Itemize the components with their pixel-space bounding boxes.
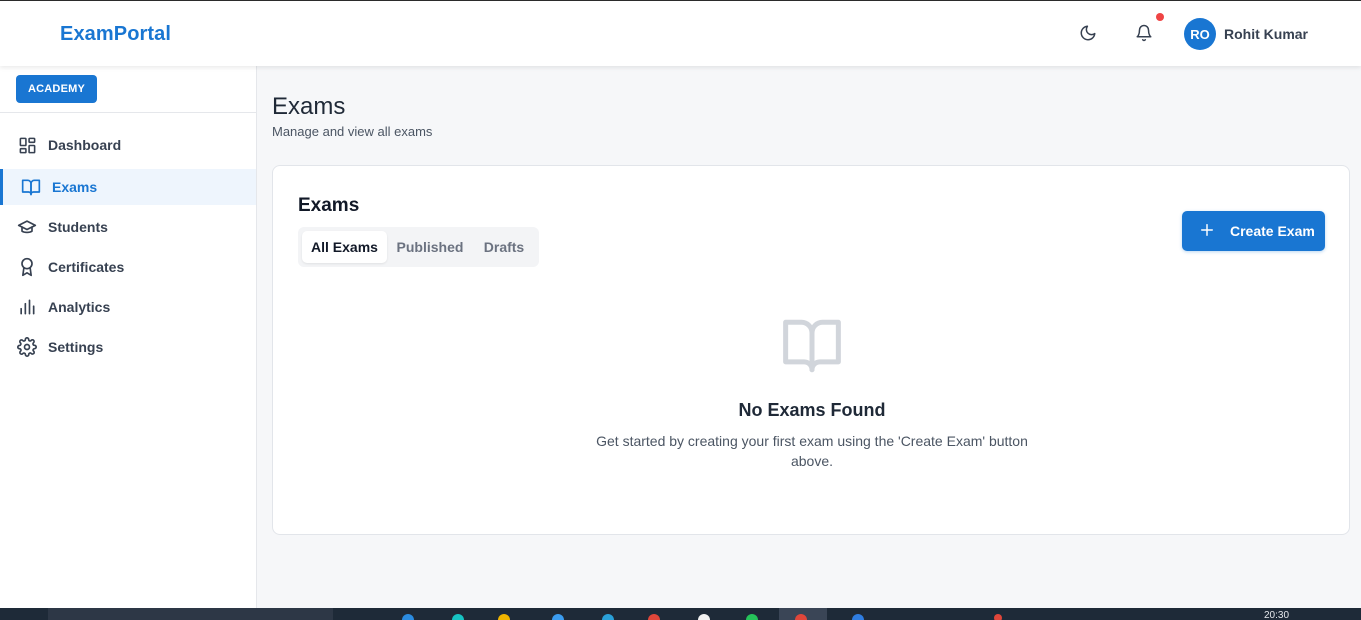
create-exam-button[interactable]: Create Exam	[1182, 211, 1325, 251]
taskbar-app-icon[interactable]	[648, 614, 660, 620]
taskbar-app-icon[interactable]	[402, 614, 414, 620]
taskbar-app-icon[interactable]	[994, 614, 1002, 620]
graduation-cap-icon	[17, 217, 37, 237]
plus-icon	[1198, 221, 1216, 239]
dashboard-icon	[17, 135, 37, 155]
sidebar-item-analytics[interactable]: Analytics	[0, 289, 256, 325]
taskbar-app-icon[interactable]	[852, 614, 864, 620]
notification-dot	[1156, 13, 1164, 21]
bell-icon[interactable]	[1134, 23, 1154, 43]
card-title: Exams	[298, 195, 360, 216]
taskbar-app-icon[interactable]	[452, 614, 464, 620]
tab-drafts[interactable]: Drafts	[473, 231, 535, 263]
avatar[interactable]: RO	[1184, 18, 1216, 50]
sidebar-item-label: Students	[48, 219, 108, 235]
award-icon	[17, 257, 37, 277]
taskbar-search-box[interactable]	[48, 608, 333, 620]
empty-state-description: Get started by creating your first exam …	[596, 433, 1028, 469]
sidebar-item-dashboard[interactable]: Dashboard	[0, 127, 256, 163]
org-badge[interactable]: ACADEMY	[16, 75, 98, 103]
taskbar-clock[interactable]: 20:30	[1264, 610, 1289, 620]
page-title: Exams	[272, 93, 346, 120]
moon-icon[interactable]	[1078, 23, 1098, 43]
sidebar-item-label: Settings	[48, 339, 104, 355]
taskbar-app-icon[interactable]	[552, 614, 564, 620]
sidebar-item-label: Exams	[52, 179, 98, 195]
gear-icon	[17, 337, 37, 357]
sidebar-item-settings[interactable]: Settings	[0, 329, 256, 365]
sidebar-item-certificates[interactable]: Certificates	[0, 249, 256, 285]
os-taskbar: 20:30	[0, 608, 1361, 620]
book-open-icon	[780, 317, 844, 375]
sidebar-item-label: Dashboard	[48, 137, 122, 153]
bar-chart-icon	[17, 297, 37, 317]
sidebar-item-label: Analytics	[48, 299, 111, 315]
tab-published[interactable]: Published	[390, 231, 470, 263]
user-name[interactable]: Rohit Kumar	[1224, 26, 1308, 42]
taskbar-app-icon[interactable]	[795, 614, 807, 620]
taskbar-app-icon[interactable]	[498, 614, 510, 620]
book-icon	[21, 177, 41, 197]
taskbar-app-icon[interactable]	[746, 614, 758, 620]
taskbar-app-icon[interactable]	[602, 614, 614, 620]
sidebar-item-label: Certificates	[48, 259, 125, 275]
create-exam-label: Create Exam	[1230, 223, 1315, 239]
top-header: ExamPortal RO Rohit Kumar	[0, 0, 1361, 66]
taskbar-app-icon[interactable]	[698, 614, 710, 620]
sidebar: ACADEMY Dashboard Exams Students Certifi…	[0, 66, 257, 608]
sidebar-item-exams[interactable]: Exams	[0, 169, 256, 205]
sidebar-divider	[0, 112, 256, 113]
brand-logo[interactable]: ExamPortal	[60, 23, 171, 46]
sidebar-item-students[interactable]: Students	[0, 209, 256, 245]
empty-state-title: No Exams Found	[738, 400, 886, 420]
exams-card: Exams All Exams Published Drafts Create …	[272, 165, 1350, 535]
page-subtitle: Manage and view all exams	[272, 124, 433, 139]
tab-all-exams[interactable]: All Exams	[302, 231, 387, 263]
exam-filter-tabs: All Exams Published Drafts	[298, 227, 539, 267]
